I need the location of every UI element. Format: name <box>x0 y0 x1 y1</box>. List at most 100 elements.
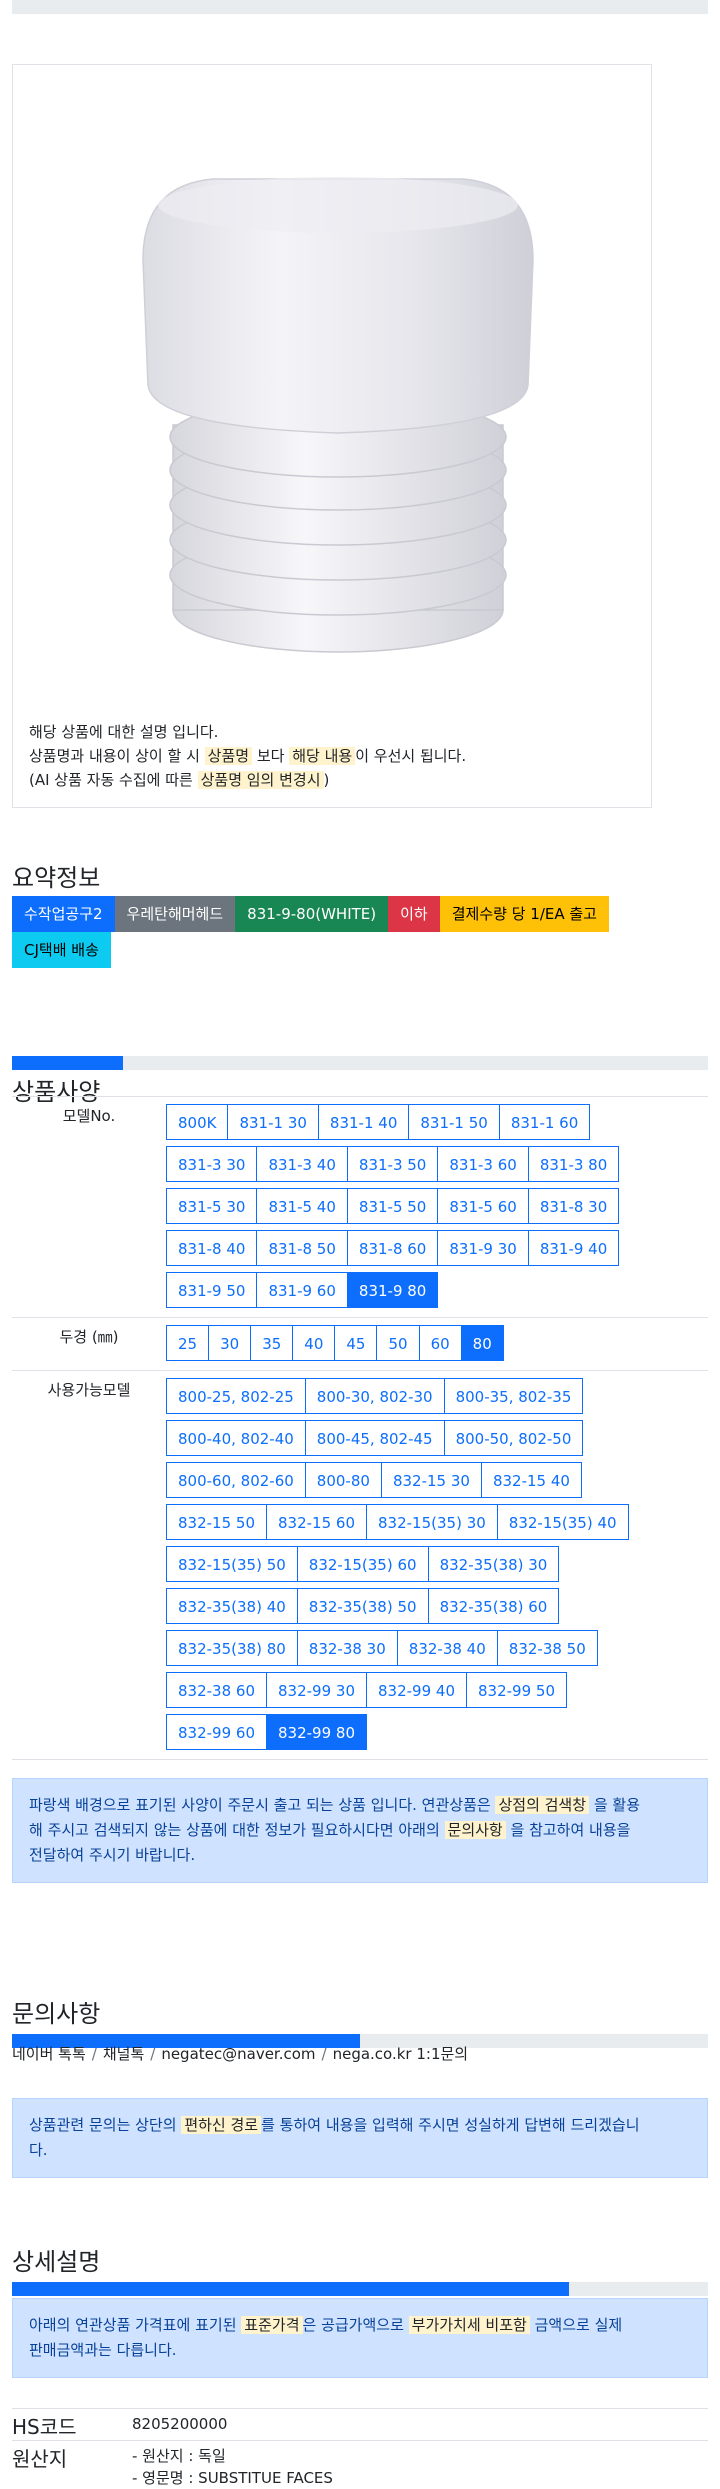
desc-line-3: (AI 상품 자동 수집에 따른 상품명 임의 변경시) <box>29 768 466 792</box>
spec-option-button[interactable]: 50 <box>376 1325 420 1361</box>
spec-option-button[interactable]: 831-3 80 <box>527 1146 620 1182</box>
spec-option-button[interactable]: 40 <box>292 1325 336 1361</box>
spec-option-button[interactable]: 832-99 60 <box>166 1714 267 1750</box>
spec-option-button[interactable]: 831-9 60 <box>256 1272 348 1308</box>
spec-progress-bar <box>12 1056 708 1070</box>
spec-option-button[interactable]: 30 <box>208 1325 252 1361</box>
spec-row-options: 25 30 35 40 45 50 60 80 <box>166 1318 708 1370</box>
product-image-card: 해당 상품에 대한 설명 입니다. 상품명과 내용이 상이 할 시 상품명 보다… <box>12 64 652 808</box>
hs-code-row: HS코드 8205200000 <box>12 2408 708 2441</box>
spec-option-button[interactable]: 832-99 30 <box>266 1672 367 1708</box>
origin-value: - 원산지 : 독일 - 영문명 : SUBSTITUE FACES <box>132 2445 333 2489</box>
spec-option-button[interactable]: 831-8 60 <box>346 1230 439 1266</box>
spec-option-button[interactable]: 800-60, 802-60 <box>166 1462 306 1498</box>
spec-row: 사용가능모델 800-25, 802-25 800-30, 802-30 800-35… <box>12 1371 708 1760</box>
contact-link[interactable]: nega.co.kr 1:1문의 <box>333 2045 469 2063</box>
spec-option-button[interactable]: 832-38 50 <box>496 1630 598 1666</box>
spec-option-button[interactable]: 832-15 60 <box>266 1504 367 1540</box>
spec-option-button[interactable]: 831-5 40 <box>256 1188 348 1224</box>
summary-badge: CJ택배 배송 <box>12 932 111 968</box>
summary-badge: 결제수량 당 1/EA 출고 <box>439 896 609 932</box>
notice-highlight: 부가가치세 비포함 <box>408 2316 530 2334</box>
spec-option-button[interactable]: 831-5 60 <box>437 1188 529 1224</box>
spec-option-button[interactable]: 831-1 40 <box>317 1104 410 1140</box>
desc-line-2: 상품명과 내용이 상이 할 시 상품명 보다 해당 내용 이 우선시 됩니다. <box>29 744 466 768</box>
top-divider-bar <box>12 0 708 14</box>
origin-label: 원산지 <box>12 2447 68 2471</box>
spec-option-button[interactable]: 831-3 40 <box>256 1146 348 1182</box>
spec-option-button[interactable]: 800-30, 802-30 <box>304 1378 445 1414</box>
spec-option-button[interactable]: 831-8 50 <box>256 1230 348 1266</box>
notice-text: 을 활용 <box>593 1796 640 1814</box>
notice-text: 상품관련 문의는 상단의 <box>29 2116 177 2134</box>
spec-option-button[interactable]: 831-3 30 <box>166 1146 258 1182</box>
spec-option-button[interactable]: 832-15 40 <box>480 1462 582 1498</box>
spec-option-button[interactable]: 832-15 50 <box>166 1504 267 1540</box>
spec-option-button[interactable]: 832-38 40 <box>396 1630 498 1666</box>
spec-option-button[interactable]: 832-15(35) 40 <box>496 1504 629 1540</box>
spec-option-button[interactable]: 831-1 50 <box>408 1104 500 1140</box>
hs-code-label: HS코드 <box>12 2415 77 2439</box>
spec-option-button[interactable]: 832-35(38) 60 <box>427 1588 560 1624</box>
spec-option-button[interactable]: 831-8 40 <box>166 1230 258 1266</box>
spec-option-button[interactable]: 831-9 30 <box>437 1230 529 1266</box>
spec-option-button[interactable]: 832-38 30 <box>296 1630 398 1666</box>
detail-title: 상세설명 <box>12 2248 101 2276</box>
spec-option-button[interactable]: 832-99 50 <box>466 1672 567 1708</box>
spec-option-button[interactable]: 800-25, 802-25 <box>166 1378 306 1414</box>
contact-link[interactable]: negatec@naver.com <box>161 2045 315 2063</box>
spec-option-button[interactable]: 832-99 40 <box>366 1672 467 1708</box>
spec-option-button[interactable]: 80 <box>460 1325 504 1361</box>
spec-option-button[interactable]: 831-9 80 <box>346 1272 439 1308</box>
spec-option-button[interactable]: 35 <box>250 1325 294 1361</box>
spec-option-button[interactable]: 832-15(35) 30 <box>366 1504 498 1540</box>
spec-option-button[interactable]: 832-35(38) 30 <box>427 1546 560 1582</box>
spec-option-button[interactable]: 831-9 50 <box>166 1272 258 1308</box>
link-separator: / <box>150 2045 156 2063</box>
spec-option-button[interactable]: 800-50, 802-50 <box>443 1420 584 1456</box>
spec-row: 두경 (㎜) 25 30 35 40 45 50 60 80 <box>12 1318 708 1371</box>
spec-option-button[interactable]: 800-80 <box>304 1462 382 1498</box>
spec-option-button[interactable]: 832-35(38) 50 <box>296 1588 429 1624</box>
spec-option-button[interactable]: 831-3 50 <box>346 1146 439 1182</box>
spec-option-button[interactable]: 832-35(38) 40 <box>166 1588 298 1624</box>
spec-option-button[interactable]: 45 <box>334 1325 378 1361</box>
spec-option-button[interactable]: 832-15(35) 50 <box>166 1546 298 1582</box>
spec-option-button[interactable]: 800-40, 802-40 <box>166 1420 306 1456</box>
spec-option-button[interactable]: 832-15 30 <box>380 1462 482 1498</box>
spec-option-button[interactable]: 831-1 30 <box>227 1104 319 1140</box>
spec-option-button[interactable]: 832-99 80 <box>266 1714 367 1750</box>
notice-text: 파랑색 배경으로 표기된 사양이 주문시 출고 되는 상품 입니다. 연관상품은 <box>29 1796 491 1814</box>
spec-table: 모델No. 800K 831-1 30 831-1 40 831-1 50 831-1 6… <box>12 1096 708 1760</box>
spec-option-button[interactable]: 831-1 60 <box>498 1104 591 1140</box>
desc-text: 이 우선시 됩니다. <box>355 747 467 765</box>
spec-option-button[interactable]: 832-15(35) 60 <box>296 1546 429 1582</box>
spec-option-button[interactable]: 800-45, 802-45 <box>304 1420 445 1456</box>
spec-option-button[interactable]: 25 <box>166 1325 210 1361</box>
summary-badge: 우레탄해머헤드 <box>114 896 236 932</box>
summary-badge: 831-9-80(WHITE) <box>235 896 389 932</box>
spec-option-button[interactable]: 800K <box>166 1104 229 1140</box>
spec-option-button[interactable]: 832-35(38) 80 <box>166 1630 298 1666</box>
notice-text: 금액으로 실제 <box>534 2316 623 2334</box>
origin-line: - 원산지 : 독일 <box>132 2447 226 2465</box>
spec-option-button[interactable]: 60 <box>418 1325 462 1361</box>
notice-highlight: 편하신 경로 <box>181 2116 262 2134</box>
spec-option-button[interactable]: 831-8 30 <box>527 1188 620 1224</box>
spec-option-button[interactable]: 832-38 60 <box>166 1672 267 1708</box>
notice-text: 을 참고하여 내용을 <box>510 1821 631 1839</box>
hammer-face-cap-image <box>142 177 534 653</box>
spec-option-button[interactable]: 831-3 60 <box>437 1146 529 1182</box>
spec-option-button[interactable]: 800-35, 802-35 <box>443 1378 584 1414</box>
contact-link[interactable]: 채널톡 <box>103 2045 144 2063</box>
spec-option-button[interactable]: 831-5 50 <box>346 1188 439 1224</box>
contact-link[interactable]: 네이버 톡톡 <box>12 2045 86 2063</box>
notice-text: 전달하여 주시기 바랍니다. <box>29 1846 196 1864</box>
spec-option-button[interactable]: 831-5 30 <box>166 1188 258 1224</box>
spec-option-button[interactable]: 831-9 40 <box>527 1230 620 1266</box>
desc-highlight: 해당 내용 <box>289 747 356 765</box>
origin-line: - 영문명 : SUBSTITUE FACES <box>132 2469 333 2487</box>
contact-links: 네이버 톡톡 / 채널톡 / negatec@naver.com / nega.co.kr … <box>12 2043 468 2064</box>
origin-row: 원산지 - 원산지 : 독일 - 영문명 : SUBSTITUE FACES <box>12 2440 708 2487</box>
desc-text: ) <box>323 771 330 789</box>
